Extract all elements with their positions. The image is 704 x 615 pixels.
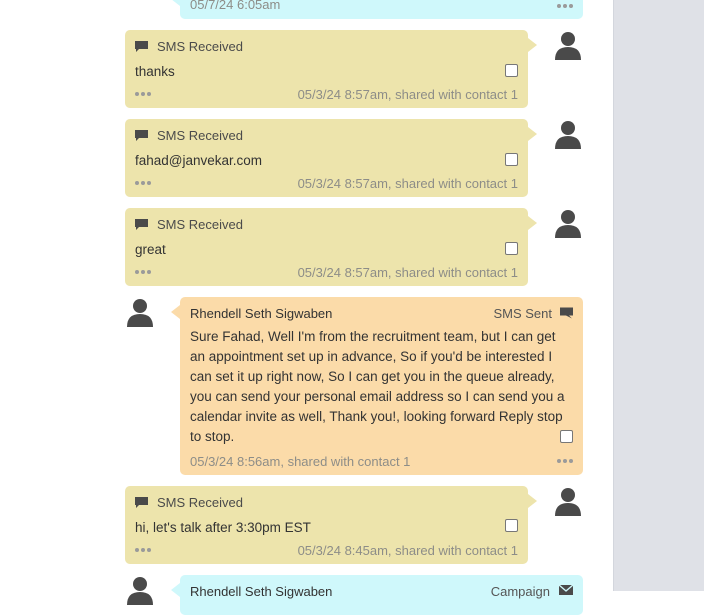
message-checkbox[interactable] <box>505 519 518 532</box>
chat-bubble-icon <box>135 497 148 508</box>
message-type-label: SMS Received <box>157 495 243 510</box>
message-footer: 05/3/24 8:56am, shared with contact 1 <box>190 454 411 469</box>
sms-received-message: SMS Received fahad@janvekar.com 05/3/24 … <box>125 119 537 197</box>
message-checkbox[interactable] <box>560 430 573 443</box>
user-avatar-icon <box>555 32 581 60</box>
message-footer: 05/3/24 8:57am, shared with contact 1 <box>297 265 518 280</box>
user-avatar-icon <box>555 121 581 149</box>
message-header: SMS Received <box>135 217 243 232</box>
message-header: SMS Received <box>135 39 243 54</box>
message-text: thanks <box>135 64 175 79</box>
user-avatar-icon <box>555 210 581 238</box>
message-type-label: SMS Received <box>157 217 243 232</box>
chat-bubble-icon <box>560 307 573 319</box>
message-checkbox[interactable] <box>505 64 518 77</box>
message-checkbox[interactable] <box>505 153 518 166</box>
message-type-label: Campaign <box>490 584 550 599</box>
message-type-label: SMS Received <box>157 39 243 54</box>
message-type-label: SMS Sent <box>493 306 552 321</box>
message-footer: 05/3/24 8:45am, shared with contact 1 <box>297 543 518 558</box>
more-dots-icon[interactable] <box>135 270 151 274</box>
message-footer: 05/3/24 8:57am, shared with contact 1 <box>297 176 518 191</box>
sms-sent-message: Rhendell Seth Sigwaben SMS Sent Sure Fah… <box>171 297 583 475</box>
envelope-icon <box>559 585 573 595</box>
more-dots-icon[interactable] <box>135 181 151 185</box>
message-text: fahad@janvekar.com <box>135 153 263 168</box>
campaign-message-bottom: Rhendell Seth Sigwaben Campaign <box>171 575 583 615</box>
sms-received-message: SMS Received hi, let's talk after 3:30pm… <box>125 486 537 564</box>
sms-received-message: SMS Received thanks 05/3/24 8:57am, shar… <box>125 30 537 108</box>
more-dots-icon[interactable] <box>557 459 573 463</box>
chat-bubble-icon <box>135 219 148 230</box>
sms-received-message: SMS Received great 05/3/24 8:57am, share… <box>125 208 537 286</box>
right-sidebar-gutter <box>613 0 704 591</box>
more-dots-icon[interactable] <box>557 4 573 8</box>
message-type-label: SMS Received <box>157 128 243 143</box>
user-avatar-icon <box>555 488 581 516</box>
message-text: great <box>135 242 166 257</box>
message-footer: 05/3/24 8:57am, shared with contact 1 <box>297 87 518 102</box>
message-header: SMS Received <box>135 128 243 143</box>
message-header: SMS Received <box>135 495 243 510</box>
chat-bubble-icon <box>135 130 148 141</box>
more-dots-icon[interactable] <box>135 92 151 96</box>
message-text: hi, let's talk after 3:30pm EST <box>135 520 311 535</box>
chat-bubble-icon <box>135 41 148 52</box>
message-timestamp: 05/7/24 6:05am <box>190 0 281 12</box>
message-text: Sure Fahad, Well I'm from the recruitmen… <box>190 329 565 444</box>
campaign-message-top: 05/7/24 6:05am <box>171 0 583 19</box>
more-dots-icon[interactable] <box>135 548 151 552</box>
user-avatar-icon <box>127 299 153 327</box>
message-checkbox[interactable] <box>505 242 518 255</box>
sender-name: Rhendell Seth Sigwaben <box>190 584 333 599</box>
sender-name: Rhendell Seth Sigwaben <box>190 306 333 321</box>
user-avatar-icon <box>127 577 153 605</box>
